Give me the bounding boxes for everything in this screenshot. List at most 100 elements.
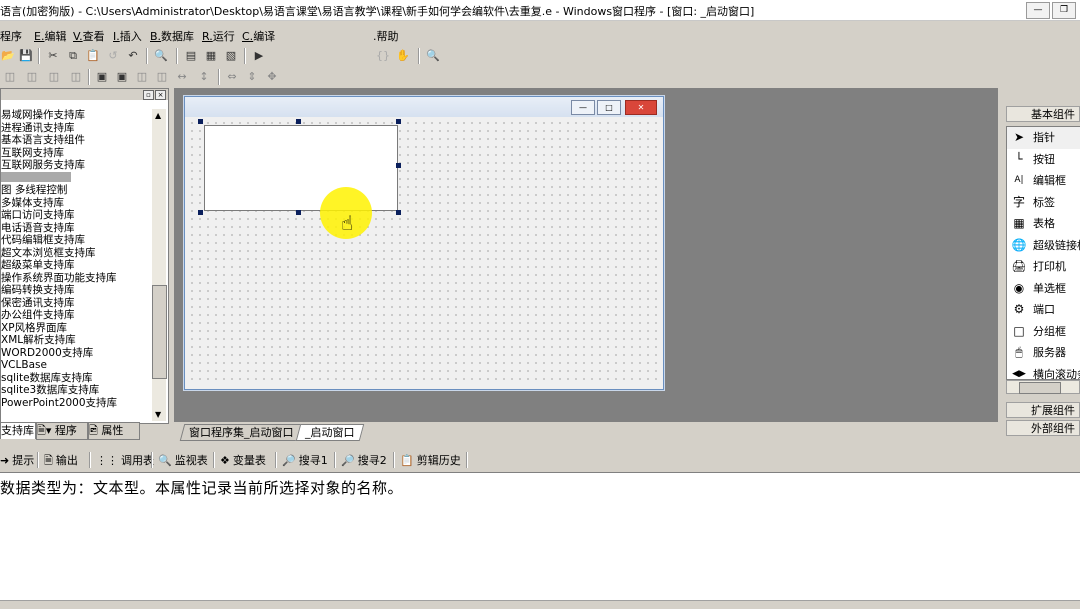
library-item[interactable]: 易域网操作支持库 bbox=[1, 109, 148, 122]
center-h-icon[interactable]: ▣ bbox=[94, 69, 110, 85]
library-item[interactable] bbox=[1, 171, 148, 185]
library-item[interactable]: 电话语音支持库 bbox=[1, 222, 148, 235]
scroll-thumb[interactable] bbox=[152, 285, 167, 379]
hand-icon[interactable]: ✋ bbox=[395, 48, 411, 64]
resize-handle[interactable] bbox=[396, 119, 401, 124]
tab-window-program-set[interactable]: 窗口程序集_启动窗口 bbox=[179, 424, 303, 441]
tab-clip-history[interactable]: 📋 剪辑历史 bbox=[400, 452, 461, 468]
tab-search-1[interactable]: 🔎 搜寻1 bbox=[282, 452, 328, 468]
undo-icon[interactable]: ↶ bbox=[125, 48, 141, 64]
form-maximize-icon[interactable]: □ bbox=[597, 100, 621, 115]
same-height-icon[interactable]: ◫ bbox=[154, 69, 170, 85]
menu-insert[interactable]: I.插入 bbox=[113, 28, 142, 44]
copy-icon[interactable]: ⧉ bbox=[65, 48, 81, 64]
library-item[interactable]: VCLBase bbox=[1, 359, 148, 372]
form-close-icon[interactable]: ✕ bbox=[625, 100, 657, 115]
run-icon[interactable]: ▶ bbox=[251, 48, 267, 64]
align-right-icon[interactable]: ◫ bbox=[46, 69, 62, 85]
layout-3-icon[interactable]: ▧ bbox=[223, 48, 239, 64]
component-editbox[interactable]: A| 编辑框 bbox=[1007, 170, 1080, 192]
restore-icon[interactable]: ❐ bbox=[1052, 2, 1076, 19]
tab-support-library[interactable]: 支持库 bbox=[0, 422, 36, 439]
help-search-icon[interactable]: 🔍 bbox=[425, 48, 441, 64]
resize-handle[interactable] bbox=[396, 210, 401, 215]
component-port[interactable]: ⚙ 端口 bbox=[1007, 299, 1080, 321]
tab-call-stack[interactable]: ⋮⋮ 调用表 bbox=[96, 452, 154, 468]
selected-control[interactable] bbox=[204, 125, 398, 211]
size-both-icon[interactable]: ✥ bbox=[264, 69, 280, 85]
library-item[interactable]: 端口访问支持库 bbox=[1, 209, 148, 222]
space-h-icon[interactable]: ↔ bbox=[174, 69, 190, 85]
form-minimize-icon[interactable]: — bbox=[571, 100, 595, 115]
library-item[interactable]: WORD2000支持库 bbox=[1, 347, 148, 360]
panel-close-icon[interactable]: × bbox=[155, 90, 166, 100]
tab-variables[interactable]: ❖ 变量表 bbox=[220, 452, 266, 468]
library-item[interactable]: 编码转换支持库 bbox=[1, 284, 148, 297]
menu-edit[interactable]: E.编辑 bbox=[34, 28, 66, 44]
basic-components-header[interactable]: 基本组件 bbox=[1006, 106, 1080, 122]
cut-icon[interactable]: ✂ bbox=[45, 48, 61, 64]
panel-restore-icon[interactable]: ▫ bbox=[143, 90, 154, 100]
same-width-icon[interactable]: ◫ bbox=[134, 69, 150, 85]
menu-run[interactable]: R.运行 bbox=[202, 28, 235, 44]
align-center-icon[interactable]: ◫ bbox=[24, 69, 40, 85]
find-icon[interactable]: 🔍 bbox=[153, 48, 169, 64]
library-item[interactable]: 多媒体支持库 bbox=[1, 197, 148, 210]
library-item[interactable]: 超文本浏览框支持库 bbox=[1, 247, 148, 260]
library-item[interactable]: sqlite3数据库支持库 bbox=[1, 384, 148, 397]
layout-2-icon[interactable]: ▦ bbox=[203, 48, 219, 64]
library-item[interactable]: XP风格界面库 bbox=[1, 322, 148, 335]
library-item[interactable]: 办公组件支持库 bbox=[1, 309, 148, 322]
resize-handle[interactable] bbox=[296, 119, 301, 124]
menu-compile[interactable]: C.编译 bbox=[242, 28, 275, 44]
open-icon[interactable]: 📂 bbox=[0, 48, 16, 64]
tab-watch[interactable]: 🔍 监视表 bbox=[158, 452, 208, 468]
size-w-icon[interactable]: ⇔ bbox=[224, 69, 240, 85]
center-v-icon[interactable]: ▣ bbox=[114, 69, 130, 85]
form-title-bar[interactable]: — □ ✕ bbox=[185, 97, 663, 117]
component-printer[interactable]: 🖨 打印机 bbox=[1007, 256, 1080, 278]
form-canvas[interactable]: ☝ bbox=[188, 119, 658, 385]
tab-hint[interactable]: ➜ 提示 bbox=[0, 452, 34, 468]
menu-help[interactable]: .帮助 bbox=[373, 28, 399, 44]
tab-search-2[interactable]: 🔎 搜寻2 bbox=[341, 452, 387, 468]
library-item[interactable]: 代码编辑框支持库 bbox=[1, 234, 148, 247]
library-item[interactable]: 图 多线程控制 bbox=[1, 184, 148, 197]
paste-icon[interactable]: 📋 bbox=[85, 48, 101, 64]
form-window[interactable]: — □ ✕ ☝ bbox=[184, 96, 664, 390]
menu-database[interactable]: B.数据库 bbox=[150, 28, 194, 44]
component-pointer[interactable]: ➤ 指针 bbox=[1007, 127, 1080, 149]
library-item[interactable]: sqlite数据库支持库 bbox=[1, 372, 148, 385]
library-item[interactable]: XML解析支持库 bbox=[1, 334, 148, 347]
component-hyperlink[interactable]: 🌐超级链接框 bbox=[1007, 235, 1080, 257]
library-item[interactable]: 互联网服务支持库 bbox=[1, 159, 148, 172]
external-components-header[interactable]: 外部组件 bbox=[1006, 420, 1080, 436]
library-scrollbar[interactable]: ▲ ▼ bbox=[152, 109, 167, 421]
tab-output[interactable]: 🗎 输出 bbox=[44, 452, 78, 471]
menu-view[interactable]: V.查看 bbox=[73, 28, 105, 44]
scroll-down-icon[interactable]: ▼ bbox=[155, 410, 161, 419]
component-button[interactable]: └ 按钮 bbox=[1007, 149, 1080, 171]
resize-handle[interactable] bbox=[198, 119, 203, 124]
hscroll-thumb[interactable] bbox=[1019, 382, 1061, 394]
library-item[interactable]: 超级菜单支持库 bbox=[1, 259, 148, 272]
align-left-icon[interactable]: ◫ bbox=[2, 69, 18, 85]
library-item[interactable]: 进程通讯支持库 bbox=[1, 122, 148, 135]
size-h-icon[interactable]: ⇕ bbox=[244, 69, 260, 85]
scroll-up-icon[interactable]: ▲ bbox=[155, 111, 161, 120]
tab-program[interactable]: 🗎▾ 程序 bbox=[36, 422, 88, 440]
menu-program[interactable]: 程序 bbox=[0, 28, 22, 44]
layout-1-icon[interactable]: ▤ bbox=[183, 48, 199, 64]
component-label[interactable]: 字标签 bbox=[1007, 192, 1080, 214]
space-v-icon[interactable]: ↕ bbox=[196, 69, 212, 85]
library-item[interactable]: 互联网支持库 bbox=[1, 147, 148, 160]
extended-components-header[interactable]: 扩展组件 bbox=[1006, 402, 1080, 418]
library-item[interactable]: 保密通讯支持库 bbox=[1, 297, 148, 310]
tab-properties[interactable]: 🖻 属性 bbox=[88, 422, 140, 440]
component-radio[interactable]: ◉ 单选框 bbox=[1007, 278, 1080, 300]
library-item[interactable]: 基本语言支持组件 bbox=[1, 134, 148, 147]
component-groupbox[interactable]: □ 分组框 bbox=[1007, 321, 1080, 343]
redo-icon[interactable]: ↺ bbox=[105, 48, 121, 64]
tab-startup-window[interactable]: _启动窗口 bbox=[295, 424, 364, 441]
library-item[interactable]: 操作系统界面功能支持库 bbox=[1, 272, 148, 285]
